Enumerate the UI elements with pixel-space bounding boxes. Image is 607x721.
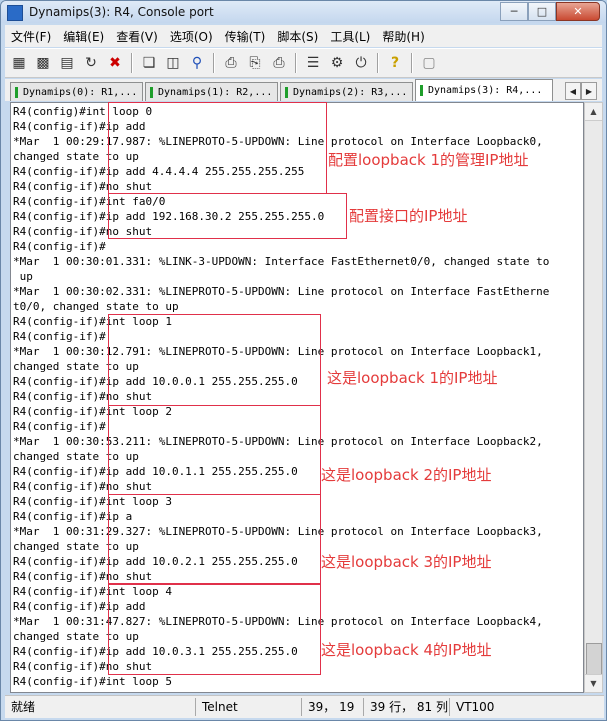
window-controls: ─ □ ✕ (500, 2, 600, 21)
session-status-icon (150, 86, 153, 98)
sftp-icon[interactable]: ▢ (419, 53, 439, 73)
toolbar-separator (295, 53, 297, 73)
keymap-icon[interactable]: ⏻ (351, 53, 371, 73)
close-button[interactable]: ✕ (556, 2, 600, 21)
copy-icon[interactable]: ❏ (139, 53, 159, 73)
toolbar-separator (131, 53, 133, 73)
menu-file[interactable]: 文件(F) (5, 28, 57, 45)
quick-connect-icon[interactable]: ▩ (33, 53, 53, 73)
annotation-label: 这是loopback 1的IP地址 (327, 369, 498, 387)
application-window: Dynamips(3): R4, Console port ─ □ ✕ 文件(F… (0, 0, 607, 721)
console-line: *Mar 1 00:30:01.331: %LINK-3-UPDOWN: Int… (13, 255, 550, 268)
status-protocol: Telnet (195, 698, 302, 716)
annotation-label: 这是loopback 4的IP地址 (321, 641, 492, 659)
menu-edit[interactable]: 编辑(E) (57, 28, 110, 45)
connect-tab-icon[interactable]: ▤ (57, 53, 77, 73)
menu-transfer[interactable]: 传输(T) (219, 28, 272, 45)
console-line: R4(config-if)# (13, 330, 106, 343)
annotation-label: 配置loopback 1的管理IP地址 (328, 151, 529, 169)
toolbar: ▦ ▩ ▤ ↻ ✖ ❏ ◫ ⚲ ⎙ ⎘ ⎙ ☰ ⚙ ⏻ ? ▢ (5, 48, 602, 78)
tab-label: Dynamips(3): R4,... (428, 85, 543, 96)
session-status-icon (15, 86, 18, 98)
connect-icon[interactable]: ▦ (9, 53, 29, 73)
menu-help[interactable]: 帮助(H) (376, 28, 430, 45)
session-status-icon (285, 86, 288, 98)
status-ready: 就绪 (11, 700, 36, 714)
session-options-icon[interactable]: ☰ (303, 53, 323, 73)
menu-view[interactable]: 查看(V) (110, 28, 164, 45)
tab-label: Dynamips(1): R2,... (158, 86, 273, 98)
maximize-button[interactable]: □ (528, 2, 556, 21)
console-line: R4(config-if)#int loop 5 (13, 675, 172, 688)
disconnect-icon[interactable]: ✖ (105, 53, 125, 73)
minimize-button[interactable]: ─ (500, 2, 528, 21)
status-rows-cols: 39 行， 81 列 (363, 698, 450, 716)
window-title: Dynamips(3): R4, Console port (29, 5, 214, 19)
title-bar[interactable]: Dynamips(3): R4, Console port ─ □ ✕ (1, 1, 606, 23)
menu-bar: 文件(F) 编辑(E) 查看(V) 选项(O) 传输(T) 脚本(S) 工具(L… (5, 25, 602, 47)
print-setup-icon[interactable]: ⎘ (245, 53, 265, 73)
tab-session-r2[interactable]: Dynamips(1): R2,... (145, 82, 278, 101)
paste-icon[interactable]: ◫ (163, 53, 183, 73)
global-options-icon[interactable]: ⚙ (327, 53, 347, 73)
console-line: *Mar 1 00:30:02.331: %LINEPROTO-5-UPDOWN… (13, 285, 550, 298)
console-line: R4(config-if)# (13, 240, 106, 253)
scroll-down-button[interactable]: ▼ (585, 674, 602, 692)
tab-session-r3[interactable]: Dynamips(2): R3,... (280, 82, 413, 101)
highlight-loopback4 (108, 584, 321, 675)
tab-scroll-right-button[interactable]: ▶ (581, 82, 597, 100)
app-icon (7, 5, 23, 21)
highlight-fa0-0 (108, 193, 347, 239)
scrollbar-thumb[interactable] (586, 643, 602, 675)
menu-options[interactable]: 选项(O) (164, 28, 219, 45)
status-bar: 就绪 Telnet 39， 19 39 行， 81 列 VT100 (5, 695, 604, 718)
toolbar-separator (411, 53, 413, 73)
session-status-icon (420, 85, 423, 96)
tab-session-r4[interactable]: Dynamips(3): R4,... (415, 79, 553, 101)
help-icon[interactable]: ? (385, 53, 405, 73)
annotation-label: 这是loopback 3的IP地址 (321, 553, 492, 571)
tab-label: Dynamips(0): R1,... (23, 86, 138, 98)
session-tabs: Dynamips(0): R1,... Dynamips(1): R2,... … (5, 79, 602, 101)
console-line: R4(config-if)# (13, 420, 106, 433)
annotation-label: 这是loopback 2的IP地址 (321, 466, 492, 484)
scroll-up-button[interactable]: ▲ (585, 103, 602, 121)
console-line: up (13, 270, 33, 283)
toolbar-separator (377, 53, 379, 73)
print-screen-icon[interactable]: ⎙ (269, 53, 289, 73)
highlight-loopback0 (108, 102, 327, 194)
toolbar-separator (213, 53, 215, 73)
status-terminal-type: VT100 (449, 698, 516, 716)
annotation-label: 配置接口的IP地址 (349, 207, 468, 225)
print-icon[interactable]: ⎙ (221, 53, 241, 73)
reconnect-icon[interactable]: ↻ (81, 53, 101, 73)
tab-label: Dynamips(2): R3,... (293, 86, 408, 98)
console-line: t0/0, changed state to up (13, 300, 179, 313)
status-cursor-position: 39， 19 (301, 698, 364, 716)
tab-session-r1[interactable]: Dynamips(0): R1,... (10, 82, 143, 101)
menu-script[interactable]: 脚本(S) (271, 28, 324, 45)
highlight-loopback2 (108, 405, 321, 495)
menu-tools[interactable]: 工具(L) (324, 28, 376, 45)
highlight-loopback3 (108, 494, 321, 584)
vertical-scrollbar[interactable]: ▲ ▼ (584, 102, 603, 693)
find-icon[interactable]: ⚲ (187, 53, 207, 73)
highlight-loopback1 (108, 314, 321, 406)
tab-scroll-left-button[interactable]: ◀ (565, 82, 581, 100)
